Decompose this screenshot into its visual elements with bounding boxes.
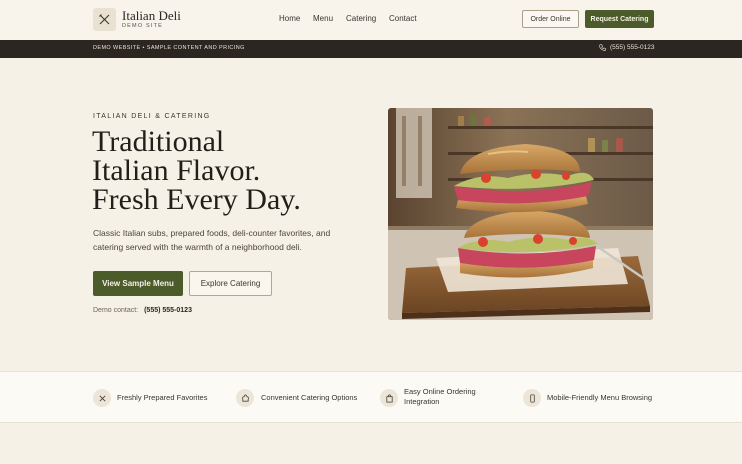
phone-icon: [599, 44, 606, 51]
demo-contact: Demo contact: (555) 555-0123: [93, 307, 192, 314]
hero-sandwich-image: [388, 108, 653, 320]
feature-online-ordering: Easy Online Ordering Integration: [404, 387, 476, 406]
feature-catering-options: Convenient Catering Options: [261, 393, 358, 402]
feature-fresh-favorites: Freshly Prepared Favorites: [117, 393, 208, 402]
view-sample-menu-button[interactable]: View Sample Menu: [93, 271, 183, 296]
headline-line-3: Fresh Every Day.: [92, 183, 301, 216]
utensils-icon: [93, 389, 111, 407]
logo[interactable]: [93, 8, 116, 31]
hero-description: Classic Italian subs, prepared foods, de…: [93, 228, 331, 252]
utensils-logo-icon: [99, 14, 110, 25]
topbar-phone-link[interactable]: (555) 555-0123: [599, 44, 654, 51]
demo-notice: DEMO WEBSITE • SAMPLE CONTENT AND PRICIN…: [93, 45, 245, 51]
headline-line-2: Italian Flavor.: [92, 154, 261, 187]
chef-hat-icon: [236, 389, 254, 407]
hero-headline: Traditional Italian Flavor. Fresh Every …: [92, 125, 301, 216]
topbar-phone-number: (555) 555-0123: [610, 44, 655, 51]
features-strip: Freshly Prepared Favorites Convenient Ca…: [0, 371, 742, 423]
mobile-icon: [523, 389, 541, 407]
nav-catering[interactable]: Catering: [346, 14, 376, 23]
explore-catering-button[interactable]: Explore Catering: [189, 271, 272, 296]
site-header: Italian Deli DEMO SITE Home Menu Caterin…: [0, 0, 742, 40]
brand-name[interactable]: Italian Deli: [122, 8, 181, 24]
brand-subtitle: DEMO SITE: [122, 23, 164, 29]
request-catering-button[interactable]: Request Catering: [585, 10, 654, 28]
notice-bar: DEMO WEBSITE • SAMPLE CONTENT AND PRICIN…: [0, 40, 742, 58]
nav-menu[interactable]: Menu: [313, 14, 333, 23]
nav-contact[interactable]: Contact: [389, 14, 417, 23]
headline-line-1: Traditional: [92, 125, 225, 158]
order-online-button[interactable]: Order Online: [522, 10, 579, 28]
order-bag-icon: [380, 389, 398, 407]
feature-mobile-menu: Mobile-Friendly Menu Browsing: [547, 393, 653, 402]
demo-contact-phone[interactable]: (555) 555-0123: [144, 307, 192, 314]
demo-contact-label: Demo contact:: [93, 307, 139, 314]
hero-eyebrow: ITALIAN DELI & CATERING: [93, 113, 211, 120]
nav-home[interactable]: Home: [279, 14, 300, 23]
